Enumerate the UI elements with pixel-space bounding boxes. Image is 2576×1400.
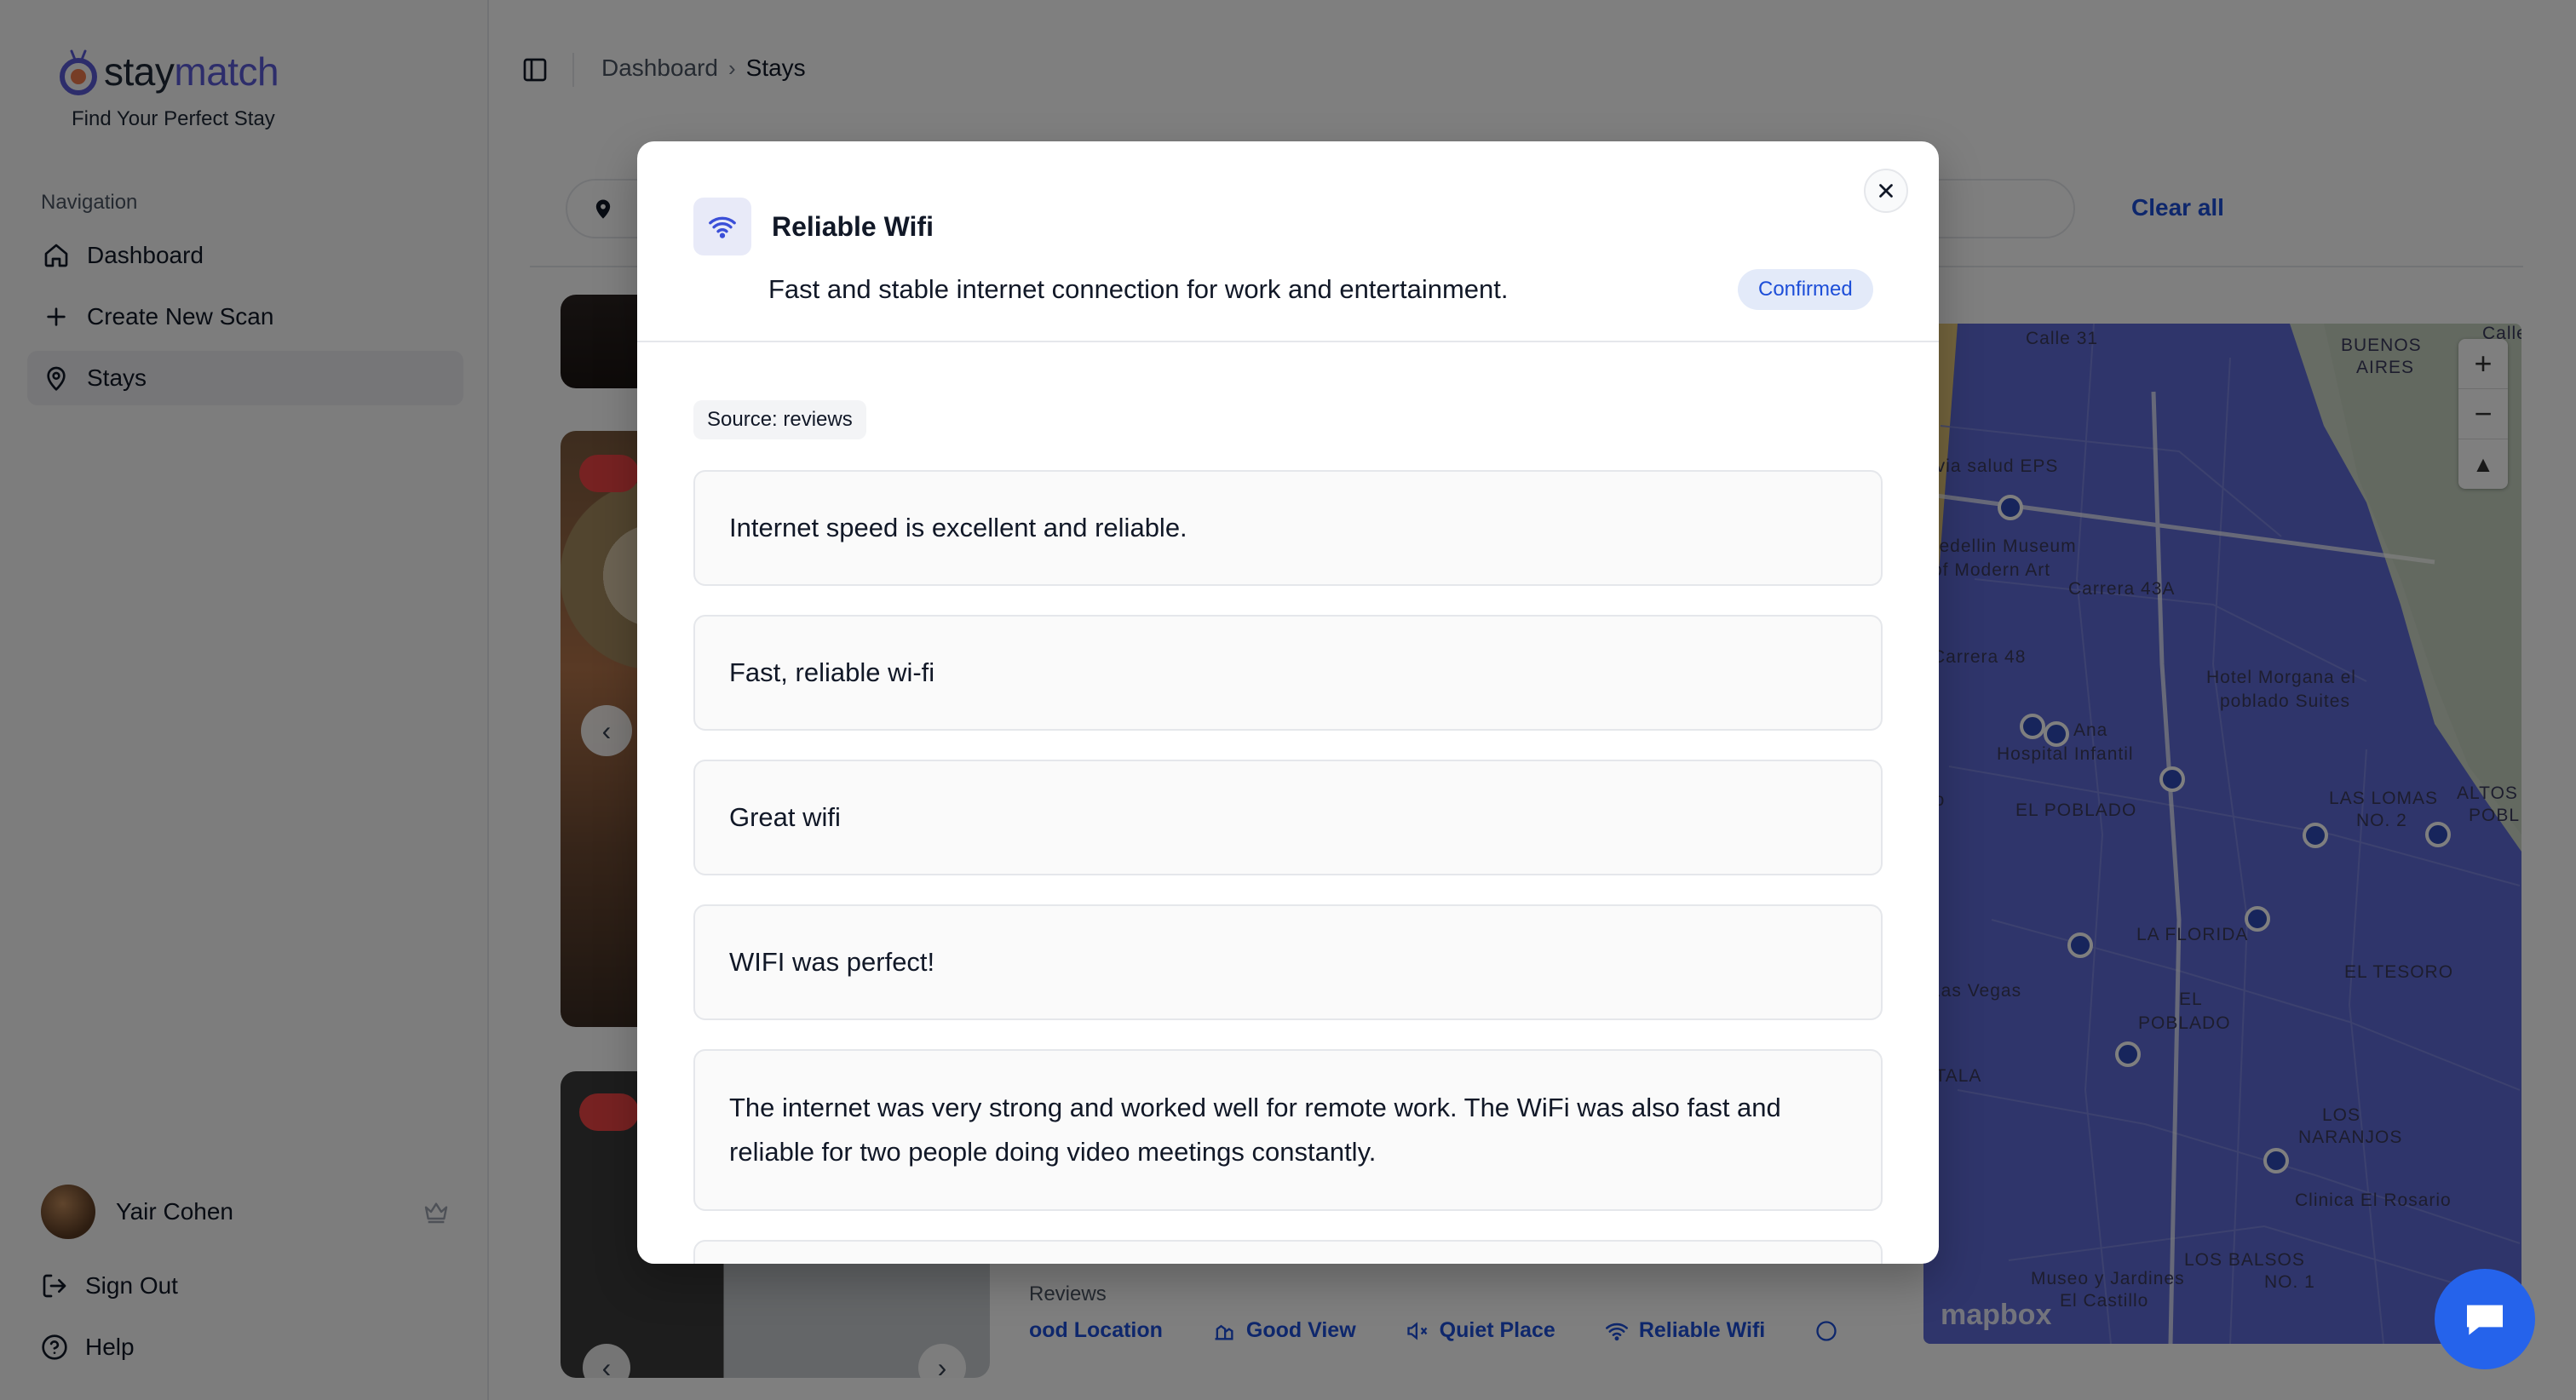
- modal-description: Fast and stable internet connection for …: [768, 274, 1509, 304]
- chat-button[interactable]: [2435, 1269, 2535, 1369]
- close-button[interactable]: [1864, 169, 1908, 213]
- source-tag: Source: reviews: [693, 400, 866, 439]
- modal-title: Reliable Wifi: [772, 211, 934, 242]
- status-badge: Confirmed: [1738, 269, 1873, 310]
- review-item: The internet was very strong and worked …: [693, 1049, 1883, 1211]
- modal-header: Reliable Wifi Fast and stable internet c…: [637, 141, 1939, 342]
- review-list: Internet speed is excellent and reliable…: [693, 470, 1883, 1264]
- wifi-icon: [693, 198, 751, 255]
- review-item: Fast, reliable wi-fi: [693, 615, 1883, 731]
- review-item: WIFI was perfect!: [693, 904, 1883, 1020]
- close-icon: [1879, 184, 1893, 198]
- review-item: [693, 1240, 1883, 1264]
- chat-icon: [2467, 1305, 2503, 1335]
- review-item: Internet speed is excellent and reliable…: [693, 470, 1883, 586]
- amenity-detail-modal: Reliable Wifi Fast and stable internet c…: [637, 141, 1939, 1264]
- review-item: Great wifi: [693, 760, 1883, 875]
